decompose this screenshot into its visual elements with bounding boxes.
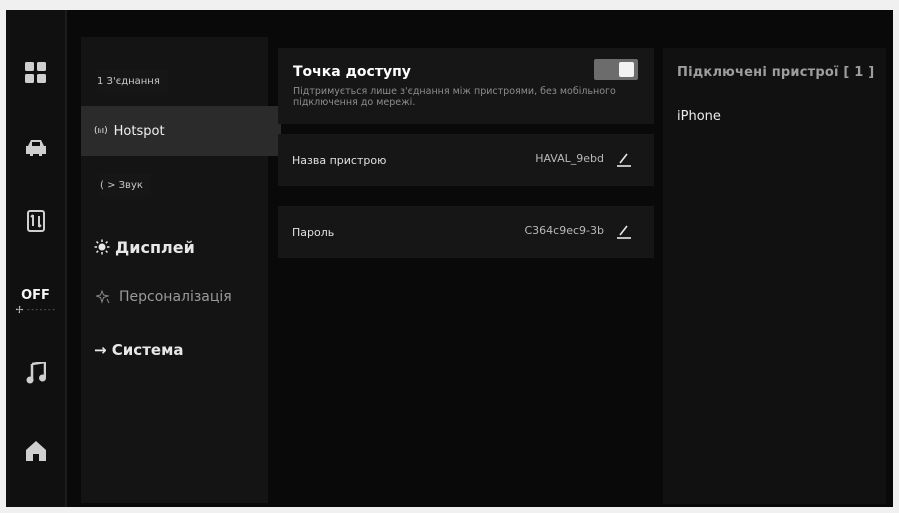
climate-status: OFF	[21, 288, 50, 303]
menu-item-display[interactable]: Дисплей	[81, 232, 281, 262]
password-row[interactable]: Пароль C364c9ec9-3b	[278, 206, 654, 258]
password-label: Пароль	[292, 226, 335, 239]
device-name-value: HAVAL_9ebd	[535, 152, 604, 165]
connected-devices-panel: Підключені пристрої [ 1 ] iPhone	[663, 48, 886, 504]
sparkle-icon	[96, 290, 110, 304]
left-rail: OFF -------	[6, 10, 67, 507]
fan-speed-indicator: -------	[15, 305, 56, 314]
menu-item-label: ( > Звук	[100, 173, 151, 197]
menu-item-label: 1 З'єднання	[97, 69, 168, 93]
media-button[interactable]	[6, 362, 65, 384]
menu-item-label: Hotspot	[113, 123, 165, 139]
hotspot-toggle[interactable]	[594, 59, 638, 80]
phone-link-icon	[26, 210, 45, 232]
home-button[interactable]	[6, 440, 65, 462]
device-name-row[interactable]: Назва пристрою HAVAL_9ebd	[278, 134, 654, 186]
home-icon	[25, 441, 46, 461]
apps-grid-icon	[24, 62, 46, 83]
apps-button[interactable]	[6, 62, 65, 84]
settings-menu: 1 З'єднання (ıᵢı) Hotspot ( > Звук Диспл…	[81, 37, 281, 503]
pencil-icon[interactable]	[616, 223, 632, 239]
menu-item-hotspot[interactable]: (ıᵢı) Hotspot	[81, 106, 281, 156]
menu-item-connection[interactable]: 1 З'єднання	[81, 69, 284, 93]
wireless-antenna-icon: (ıᵢı)	[94, 126, 108, 136]
menu-item-label: Персоналізація	[119, 289, 232, 305]
car-icon	[25, 140, 46, 156]
menu-item-system[interactable]: → Система	[81, 335, 281, 365]
hotspot-card: Точка доступу Підтримується лише з'єднан…	[278, 48, 654, 124]
toggle-knob	[619, 62, 634, 77]
password-value: C364c9ec9-3b	[524, 224, 605, 237]
pencil-icon[interactable]	[616, 151, 632, 167]
sun-icon	[94, 239, 110, 255]
hotspot-description: Підтримується лише з'єднання між пристро…	[293, 86, 616, 108]
menu-item-label: → Система	[94, 341, 184, 359]
connected-device-item[interactable]: iPhone	[677, 109, 721, 124]
music-note-icon	[26, 362, 46, 384]
fan-icon	[16, 305, 24, 314]
hotspot-title: Точка доступу	[293, 64, 411, 80]
device-name-label: Назва пристрою	[292, 154, 387, 167]
vehicle-button[interactable]	[6, 138, 65, 158]
phone-link-button[interactable]	[6, 210, 65, 232]
head-unit-screen: OFF ------- 1 З'єднання (ıᵢı) Hotspot (…	[6, 10, 893, 507]
climate-button[interactable]: OFF -------	[6, 286, 65, 314]
menu-item-sound[interactable]: ( > Звук	[81, 173, 287, 197]
connected-devices-title: Підключені пристрої [ 1 ]	[677, 65, 875, 80]
menu-item-label: Дисплей	[115, 237, 195, 257]
menu-item-personalization[interactable]: Персоналізація	[81, 285, 283, 309]
